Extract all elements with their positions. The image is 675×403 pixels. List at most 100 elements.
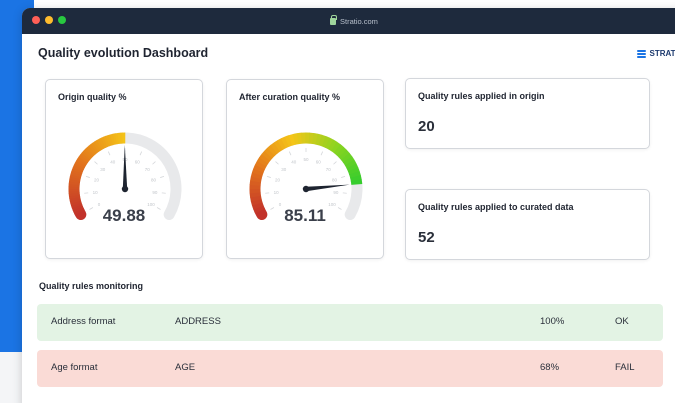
close-window-button[interactable]: [32, 16, 40, 24]
gauge-needle: [122, 145, 128, 190]
gauge-fill-segment: [312, 133, 319, 145]
gauge-fill-segment: [264, 147, 276, 159]
gauge-tick-label: 30: [100, 167, 106, 172]
gauge-fill-segment: [250, 195, 262, 202]
gauge-tick: [266, 175, 271, 178]
gauge-fill-segment: [344, 159, 357, 169]
gauge-value: 49.88: [102, 206, 146, 225]
lock-icon: [330, 14, 337, 25]
rules-origin-count: 20: [418, 118, 435, 135]
gauge-tick-label: 10: [93, 190, 99, 195]
gauge-fill-segment: [254, 160, 267, 170]
gauge-tick-label: 90: [333, 190, 339, 195]
gauge-fill-segment: [327, 139, 338, 152]
gauge-fill-segment: [296, 132, 303, 145]
origin-quality-card: Origin quality % 0102030405060708090100 …: [45, 79, 203, 259]
rule-percent: 68%: [540, 362, 560, 373]
maximize-window-button[interactable]: [58, 16, 66, 24]
gauge-tick: [320, 151, 324, 156]
gauge-fill-segment: [342, 156, 355, 166]
gauge-tick: [288, 151, 292, 156]
gauge-fill-segment: [259, 153, 271, 164]
rules-curated-count: 52: [418, 229, 435, 246]
url-text: Stratio.com: [340, 16, 378, 26]
gauge-fill-segment: [261, 150, 273, 161]
gauge-fill-segment: [284, 135, 293, 147]
gauge-fill-segment: [256, 157, 269, 167]
gauge-fill-segment: [267, 144, 278, 156]
gauge-fill-segment: [253, 164, 266, 173]
section-title: Quality rules monitoring: [39, 281, 144, 291]
gauge-fill-segment: [333, 144, 345, 156]
gauge-tick: [139, 151, 143, 156]
gauge-fill-segment: [251, 168, 264, 176]
gauge-needle: [305, 184, 350, 192]
gauge-tick-label: 80: [151, 178, 157, 183]
gauge-tick: [275, 161, 279, 165]
gauge-fill-segment: [330, 141, 341, 154]
rule-status: OK: [615, 316, 629, 327]
gauge-needle-hub: [302, 185, 310, 193]
rule-field: ADDRESS: [175, 316, 221, 327]
rules-curated-card: Quality rules applied to curated data 52: [405, 189, 650, 260]
card-title: Quality rules applied to curated data: [418, 202, 574, 212]
gauge-fill-segment: [292, 133, 300, 145]
gauge-tick: [94, 161, 98, 165]
gauge-tick: [107, 151, 111, 156]
gauge-tick-label: 60: [135, 160, 141, 165]
gauge-fill-segment: [280, 136, 290, 149]
browser-window: Stratio.com Quality evolution Dashboard …: [22, 8, 675, 403]
card-title: Quality rules applied in origin: [418, 91, 545, 101]
rule-name: Age format: [51, 362, 98, 373]
gauge-fill-segment: [270, 142, 281, 154]
rule-name: Address format: [51, 316, 116, 327]
gauge-fill-segment: [346, 163, 359, 172]
gauge-tick-label: 30: [281, 167, 287, 172]
minimize-window-button[interactable]: [45, 16, 53, 24]
brand-name: STRATIO: [649, 49, 675, 58]
gauge-fill-segment: [277, 138, 287, 150]
after-curation-quality-card: After curation quality % 0 10 20 30 40 50 60 70…: [226, 79, 384, 259]
rule-percent: 100%: [540, 316, 565, 327]
gauge-fill-segment: [315, 133, 323, 146]
gauge-tick: [333, 161, 337, 165]
rule-status: FAIL: [615, 362, 635, 373]
after-curation-quality-gauge: 0102030405060708090100: [249, 132, 363, 220]
address-bar[interactable]: Stratio.com: [330, 14, 378, 27]
gauge-tick-label: 40: [291, 160, 297, 165]
gauge-fill-segment: [336, 146, 348, 158]
table-row[interactable]: Age format AGE 68% FAIL: [37, 350, 663, 387]
gauge-fill-segment: [340, 152, 353, 163]
gauge-tick-label: 70: [145, 167, 151, 172]
gauge-fill-segment: [324, 137, 334, 150]
gauge-fill-segment: [318, 134, 327, 147]
gauge-tick: [160, 175, 165, 178]
gauge-fill-segment: [347, 167, 360, 176]
page-title: Quality evolution Dashboard: [38, 46, 209, 60]
gauge-fill-segment: [250, 176, 262, 183]
gauge-tick-label: 20: [275, 178, 281, 183]
gauge-fill-segment: [288, 133, 296, 146]
brand-logo: STRATIO: [637, 49, 675, 58]
origin-quality-gauge: 0102030405060708090100: [68, 132, 182, 220]
gauge-fill-segment: [338, 149, 350, 161]
gauge-fill-segment: [350, 179, 363, 185]
table-row[interactable]: Address format ADDRESS 100% OK: [37, 304, 663, 341]
gauge-tick-label: 40: [110, 160, 116, 165]
window-titlebar: Stratio.com: [22, 8, 675, 34]
rule-field: AGE: [175, 362, 196, 373]
gauge-tick-label: 70: [326, 167, 332, 172]
gauge-fill-segment: [321, 136, 331, 148]
gauge-fill-segment: [349, 171, 361, 179]
gauge-tick-label: 60: [316, 160, 322, 165]
gauge-tick-label: 80: [332, 178, 338, 183]
gauge-fill-segment: [250, 172, 263, 180]
gauge-fill-segment: [250, 198, 263, 206]
gauge-fill-segment: [350, 175, 362, 182]
gauge-tick: [85, 175, 90, 178]
gauge-tick: [341, 175, 346, 178]
gauge-needle-hub: [121, 185, 129, 193]
stratio-logo-icon: [637, 49, 647, 58]
gauge-value: 85.11: [284, 206, 326, 225]
gauge-tick: [152, 161, 156, 165]
